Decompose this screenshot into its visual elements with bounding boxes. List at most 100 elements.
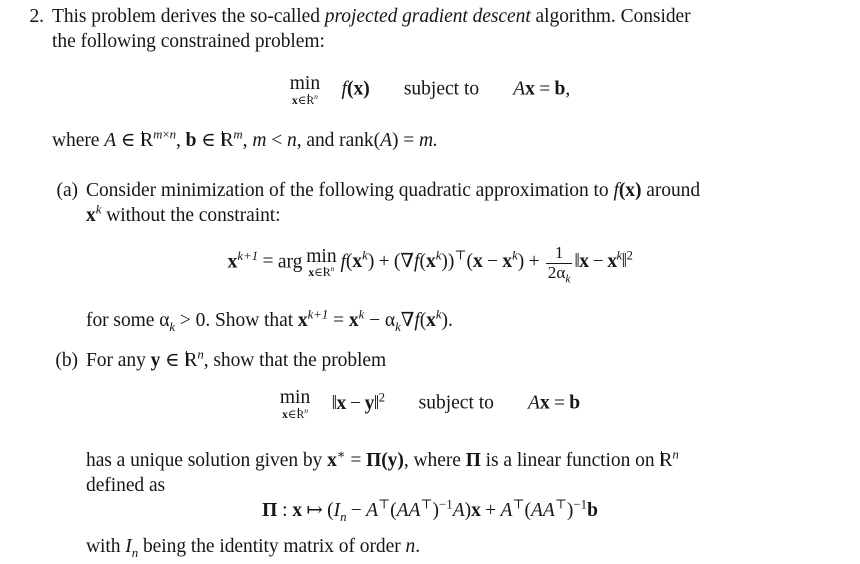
final-rest: being the identity matrix of order bbox=[138, 536, 406, 557]
min-operator-a: min x∈n bbox=[306, 245, 337, 280]
part-b-tail-line-1: has a unique solution given by x∗ = Π(y)… bbox=[86, 448, 860, 473]
star-icon: ∗ bbox=[336, 447, 346, 462]
part-b-tail: has a unique solution given by x∗ = Π(y)… bbox=[86, 448, 860, 498]
where-equals: = bbox=[398, 130, 420, 151]
min-subscript: x∈n bbox=[290, 92, 320, 107]
part-a-text-2: around bbox=[641, 180, 701, 201]
tail-b-equals: = bbox=[345, 450, 367, 471]
eq-a-term2-tail: (x − xk) bbox=[466, 248, 525, 273]
eq-a-lhs-x: x bbox=[227, 251, 238, 273]
part-b-in: ∈ bbox=[160, 350, 185, 371]
subject-to-connector-1: subject to bbox=[403, 78, 480, 100]
inverse-exponent: −1 bbox=[573, 497, 588, 512]
where-exp-m: m bbox=[233, 127, 243, 142]
where-rhs: m. bbox=[419, 130, 438, 151]
problem-intro: 2. This problem derives the so-called pr… bbox=[22, 4, 842, 54]
tail-a-x2: x bbox=[348, 310, 359, 331]
part-a: (a) Consider minimization of the followi… bbox=[44, 178, 854, 228]
subject-to-connector-2: subject to bbox=[418, 392, 494, 414]
tail-b-x-star: x bbox=[327, 450, 337, 471]
eq-a-plus-2: + bbox=[528, 251, 540, 273]
constraint-vector-b: b bbox=[569, 392, 581, 414]
reals-symbol bbox=[306, 94, 314, 107]
rank-argument: (A) bbox=[373, 130, 399, 151]
transpose-icon: ⊤ bbox=[454, 248, 467, 263]
reals-symbol bbox=[184, 350, 197, 371]
pi-def-x2: x bbox=[471, 500, 481, 521]
where-exp-mn: m×n bbox=[153, 127, 176, 142]
min-operator-b: min x∈n bbox=[280, 388, 310, 421]
transpose-icon: ⊤ bbox=[378, 497, 391, 512]
eq-a-lhs-sup: k+1 bbox=[237, 248, 259, 263]
reals-symbol bbox=[323, 266, 331, 279]
part-a-text-1: Consider minimization of the following q… bbox=[86, 180, 614, 201]
part-a-tail-line: for some αk > 0. Show that xk+1 = xk − α… bbox=[86, 307, 453, 334]
part-b: (b) For any y ∈ n, show that the problem bbox=[44, 348, 854, 373]
final-line: with In being the identity matrix of ord… bbox=[86, 534, 860, 559]
pi-def-a1: A bbox=[366, 500, 378, 521]
tail-b-pi-arg: (y) bbox=[381, 450, 404, 471]
pi-def-x: x bbox=[292, 500, 303, 521]
where-lead: where bbox=[52, 130, 105, 151]
part-a-xk-base: x bbox=[86, 205, 96, 226]
transpose-icon: ⊤ bbox=[420, 497, 433, 512]
tail-b-exp: n bbox=[672, 447, 679, 462]
tail-a-x1: x bbox=[297, 310, 308, 331]
transpose-icon: ⊤ bbox=[512, 497, 525, 512]
reals-symbol bbox=[659, 450, 672, 471]
identity-subscript: n bbox=[340, 509, 347, 524]
eq-a-step-fraction: 1 2αk bbox=[545, 243, 573, 285]
tail-a-f-arg: (xk). bbox=[419, 307, 453, 331]
part-a-line-2: xk without the constraint: bbox=[86, 203, 854, 228]
part-b-text-2: , show that the problem bbox=[203, 350, 387, 371]
constraint-equals: = bbox=[554, 392, 565, 414]
objective-argument: (x) bbox=[346, 78, 370, 100]
final-period: . bbox=[415, 536, 421, 557]
constraint-vector-x: x bbox=[525, 78, 535, 100]
tail-a-equals: = bbox=[328, 310, 349, 331]
rank-operator: rank bbox=[339, 130, 374, 151]
constraint-matrix-a: A bbox=[513, 78, 526, 100]
eq-a-term2-gradient: (∇f(xk))⊤ bbox=[393, 248, 467, 273]
tail-b-where: , where bbox=[403, 450, 466, 471]
pi-def-aat2: AA bbox=[530, 500, 555, 521]
constraint-matrix-a: A bbox=[528, 392, 540, 414]
intro-text-before: This problem derives the so-called bbox=[52, 6, 325, 27]
part-a-fx-arg: (x) bbox=[618, 180, 642, 201]
eq-a-plus-1: + bbox=[378, 251, 390, 273]
where-m: m bbox=[252, 130, 267, 151]
fraction-denominator: 2αk bbox=[545, 262, 573, 285]
min-label: min bbox=[289, 73, 321, 94]
eq-a-term1-arg: (xk) bbox=[345, 248, 375, 273]
part-a-text-3: without the constraint: bbox=[101, 205, 281, 226]
eq-b-norm-term: ‖x − y‖2 bbox=[331, 390, 385, 414]
inverse-exponent: −1 bbox=[439, 497, 453, 512]
where-matrix-a: A bbox=[104, 130, 117, 151]
problem-number: 2. bbox=[29, 6, 44, 27]
where-comma-2: , bbox=[242, 130, 253, 151]
min-label: min bbox=[306, 245, 337, 267]
tail-b-linear-function: is a linear function on bbox=[480, 450, 660, 471]
final-lead: with bbox=[86, 536, 126, 557]
reals-symbol bbox=[140, 130, 153, 151]
eq-a-norm-term: ‖x − xk‖2 bbox=[574, 248, 633, 273]
part-b-text-1: For any bbox=[86, 350, 151, 371]
part-a-label: (a) bbox=[56, 180, 79, 201]
final-n: n bbox=[405, 536, 416, 557]
display-equation-1: min x∈n f(x) subject to Ax=b, bbox=[0, 73, 860, 107]
min-subscript: x∈n bbox=[280, 406, 310, 420]
where-n: n bbox=[286, 130, 297, 151]
min-subscript: x∈n bbox=[306, 265, 336, 279]
fraction-numerator: 1 bbox=[554, 243, 564, 262]
eq-a-equals: = bbox=[262, 251, 274, 273]
display-equation-b: min x∈n ‖x−y‖2 subject to Ax=b bbox=[0, 388, 860, 421]
pi-def-plus: + bbox=[485, 500, 497, 521]
part-a-line-1: Consider minimization of the following q… bbox=[86, 178, 854, 203]
where-in-2: ∈ bbox=[196, 130, 221, 151]
intro-italic-term: projected gradient descent bbox=[324, 6, 531, 27]
intro-line-1: This problem derives the so-called proje… bbox=[52, 4, 842, 29]
tail-a-minus: − bbox=[364, 310, 385, 331]
alpha-icon: α bbox=[159, 310, 170, 331]
constraint-vector-x: x bbox=[539, 392, 550, 414]
pi-def-a2: A bbox=[452, 500, 465, 521]
